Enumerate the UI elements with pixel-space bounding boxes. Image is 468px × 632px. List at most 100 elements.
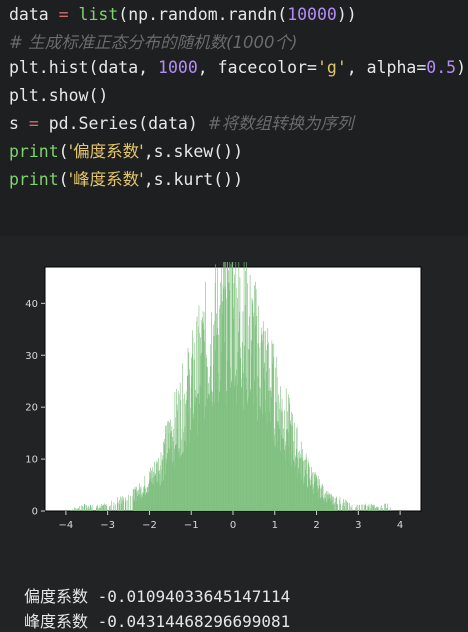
histogram-bar xyxy=(385,503,386,511)
y-tick-label: 0 xyxy=(32,507,38,518)
histogram-bar xyxy=(103,505,105,511)
histogram-bar xyxy=(117,501,119,511)
histogram-bar xyxy=(339,496,341,511)
histogram-bar xyxy=(356,504,358,511)
code-token: list xyxy=(78,5,119,24)
output-value: -0.01094033645147114 xyxy=(88,587,291,606)
histogram-bar xyxy=(78,508,79,511)
code-token: ( xyxy=(58,170,69,189)
code-token: 1000 xyxy=(158,58,198,77)
code-token: '峰度系数' xyxy=(68,170,144,189)
histogram-bar xyxy=(347,502,349,511)
histogram-bar xyxy=(127,494,129,511)
histogram-bar xyxy=(361,504,363,511)
code-token: 0.5 xyxy=(426,58,457,77)
histogram-bar xyxy=(80,505,82,511)
code-token: (np.random.randn( xyxy=(118,5,288,24)
x-tick-label: 0 xyxy=(230,520,236,531)
histogram-bar xyxy=(386,507,387,511)
histogram-bar xyxy=(106,505,108,511)
histogram-bar xyxy=(90,507,92,511)
histogram-bar xyxy=(373,507,375,511)
kurt-output: 峰度系数 -0.04314468296699081 xyxy=(24,608,290,632)
histogram-bar xyxy=(364,504,365,511)
x-tick-label: 4 xyxy=(397,520,403,531)
code-token: print xyxy=(9,142,59,161)
code-cell[interactable]: data = list(np.random.randn(10000)) # 生成… xyxy=(0,0,468,236)
histogram-bar xyxy=(71,509,72,511)
output-label: 峰度系数 xyxy=(24,612,89,631)
histogram-bar xyxy=(387,508,389,511)
histogram-bar xyxy=(351,505,353,511)
histogram-bar xyxy=(362,504,364,511)
y-tick-label: 30 xyxy=(25,351,38,362)
histogram-bar xyxy=(365,505,367,511)
code-line-4: plt.show() xyxy=(9,82,108,110)
histogram-bar xyxy=(70,509,71,511)
code-token: , alpha= xyxy=(346,58,427,77)
histogram-bar xyxy=(76,508,77,511)
code-token: = xyxy=(58,5,69,24)
histogram-bar xyxy=(101,506,103,511)
code-token: pd.Series(data) xyxy=(38,114,208,133)
histogram-bar xyxy=(374,504,375,511)
histogram-bar xyxy=(359,504,360,511)
histogram-bar xyxy=(378,507,379,511)
histogram-bar xyxy=(343,498,344,511)
histogram-bar xyxy=(370,507,371,511)
histogram-bar xyxy=(123,497,125,511)
histogram-bar xyxy=(105,504,106,511)
histogram-bar xyxy=(105,504,107,511)
histogram-bar xyxy=(376,506,377,511)
histogram-bar xyxy=(349,502,350,511)
x-tick-label: 1 xyxy=(272,520,278,531)
histogram-bar xyxy=(122,500,124,511)
histogram-bar xyxy=(71,509,73,511)
histogram-bar xyxy=(375,507,376,511)
code-token: )) xyxy=(336,5,357,24)
histogram-bar xyxy=(343,502,345,511)
histogram-bar xyxy=(79,505,81,511)
code-line-7: print('峰度系数',s.kurt()) xyxy=(9,166,243,194)
histogram-bar xyxy=(371,505,373,511)
histogram-bar xyxy=(335,502,336,511)
skew-output: 偏度系数 -0.01094033645147114 xyxy=(24,583,290,607)
histogram-bar xyxy=(340,503,342,511)
output-value: -0.04314468296699081 xyxy=(88,612,291,631)
code-line-5: s = pd.Series(data) #将数组转换为序列 xyxy=(9,110,354,138)
histogram-chart: −4 −3 −2 −1 0 1 2 3 4 0 10 20 30 40 xyxy=(25,262,422,531)
code-line-6: print('偏度系数',s.skew()) xyxy=(9,138,243,166)
code-token: '偏度系数' xyxy=(68,142,144,161)
histogram-bar xyxy=(104,503,105,511)
x-axis-ticks: −4 −3 −2 −1 0 1 2 3 4 xyxy=(59,511,403,531)
x-tick-label: −3 xyxy=(100,520,115,531)
histogram-bar xyxy=(344,499,346,511)
histogram-bar xyxy=(119,499,120,511)
code-comment: # 生成标准正态分布的随机数(1000个) xyxy=(9,33,298,52)
histogram-bar xyxy=(355,507,357,511)
histogram-bar xyxy=(333,502,335,511)
histogram-bar xyxy=(77,508,78,511)
histogram-bar xyxy=(88,506,89,511)
histogram-bar xyxy=(91,505,93,511)
code-token: 'g' xyxy=(316,58,347,77)
y-tick-label: 40 xyxy=(25,299,38,310)
histogram-bar xyxy=(109,505,111,511)
histogram-bar xyxy=(100,507,102,511)
output-label: 偏度系数 xyxy=(24,587,89,606)
code-token: plt.show() xyxy=(9,86,109,105)
histogram-bar xyxy=(346,500,347,511)
y-tick-label: 20 xyxy=(25,403,38,414)
histogram-bar xyxy=(111,500,113,511)
x-tick-label: −1 xyxy=(184,520,199,531)
code-token: ,s.skew()) xyxy=(143,142,244,161)
histogram-bar xyxy=(381,505,382,511)
histogram-bar xyxy=(390,507,391,511)
histogram-bar xyxy=(99,508,100,511)
y-tick-label: 10 xyxy=(25,455,38,466)
histogram-bar xyxy=(97,507,99,511)
code-line-2: # 生成标准正态分布的随机数(1000个) xyxy=(9,29,297,57)
histogram-bar xyxy=(382,507,383,511)
histogram-bar xyxy=(125,500,127,511)
